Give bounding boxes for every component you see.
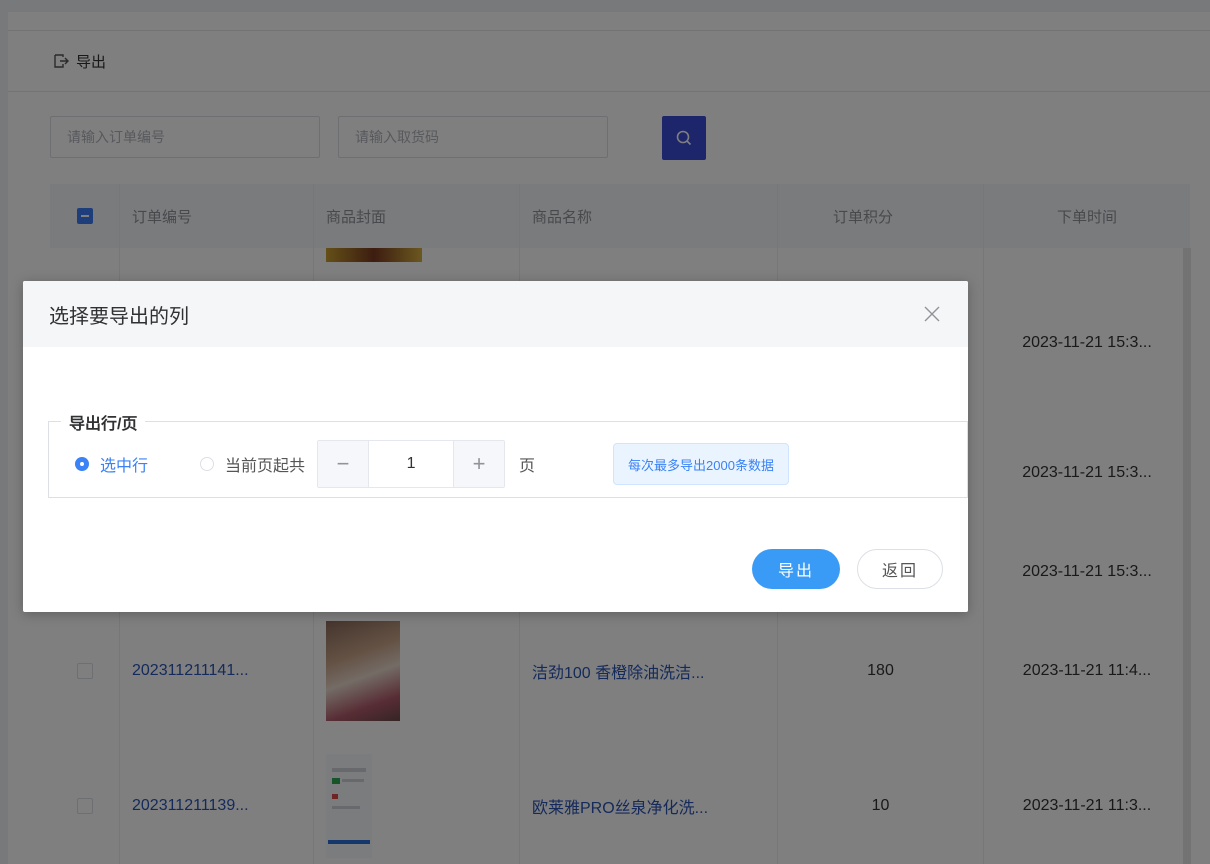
increment-button[interactable]: + <box>454 441 505 487</box>
export-columns-dialog: 选择要导出的列 导出行/页 选中行 当前页起共 − 1 + 页 每次最多导出20… <box>23 281 968 612</box>
export-rows-fieldset: 导出行/页 选中行 当前页起共 − 1 + 页 每次最多导出2000条数据 <box>48 410 968 498</box>
radio-selected-rows[interactable]: 选中行 <box>75 452 148 476</box>
page-count-stepper: − 1 + <box>317 440 506 488</box>
export-limit-tip: 每次最多导出2000条数据 <box>613 443 789 485</box>
dialog-title: 选择要导出的列 <box>49 305 189 328</box>
close-icon[interactable] <box>922 304 942 324</box>
export-button[interactable]: 导出 <box>752 549 840 589</box>
radio-selected-icon <box>75 457 89 471</box>
fieldset-legend: 导出行/页 <box>61 410 146 434</box>
export-mode-options: 选中行 当前页起共 − 1 + 页 每次最多导出2000条数据 <box>75 440 789 488</box>
radio-unselected-icon <box>200 457 215 471</box>
decrement-button[interactable]: − <box>318 441 369 487</box>
radio-from-current-page[interactable]: 当前页起共 <box>200 452 305 476</box>
page-count-input[interactable]: 1 <box>368 441 455 487</box>
back-button[interactable]: 返回 <box>857 549 943 589</box>
dialog-header: 选择要导出的列 <box>23 281 968 347</box>
radio-selected-label: 选中行 <box>100 458 149 475</box>
page-unit-label: 页 <box>519 458 536 475</box>
radio-from-current-label: 当前页起共 <box>225 458 306 475</box>
